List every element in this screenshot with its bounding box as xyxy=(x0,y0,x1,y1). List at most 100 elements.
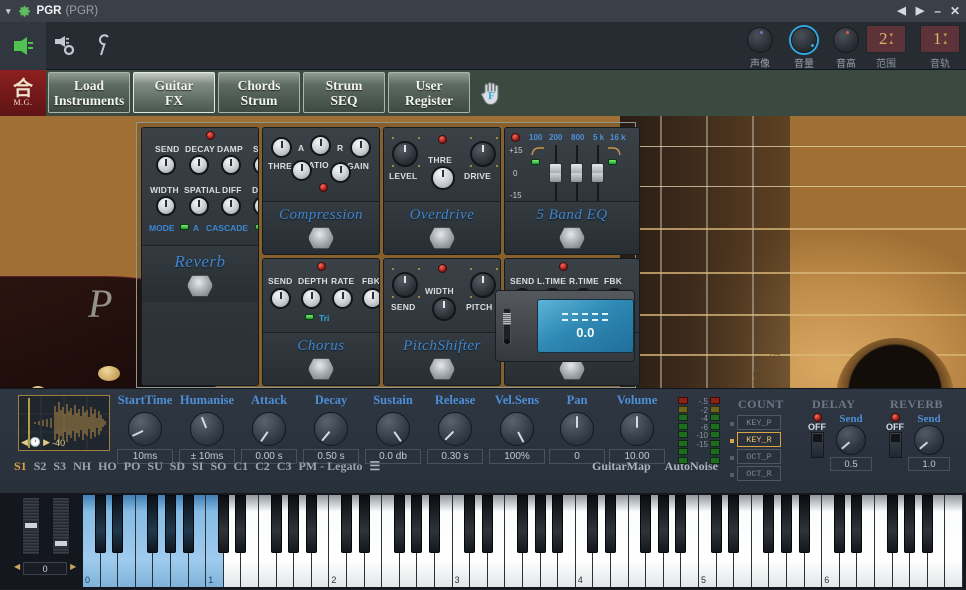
piano-black-key[interactable] xyxy=(235,495,246,553)
tab-chords-strum[interactable]: Chords Strum xyxy=(218,72,300,113)
piano-black-key[interactable] xyxy=(271,495,282,553)
piano-black-key[interactable] xyxy=(904,495,915,553)
piano-black-key[interactable] xyxy=(922,495,933,553)
hand-tool-button[interactable]: F xyxy=(471,70,511,116)
tab-strum-seq[interactable]: Strum SEQ xyxy=(303,72,385,113)
pedal-overdrive[interactable]: LEVEL THRE DRIVE Overdrive xyxy=(383,127,501,255)
compression-release-knob[interactable] xyxy=(330,162,351,183)
reverb-damp-knob[interactable] xyxy=(221,155,241,175)
piano-black-key[interactable] xyxy=(411,495,422,553)
piano-black-key[interactable] xyxy=(183,495,194,553)
eq-band-800-handle[interactable] xyxy=(570,163,583,183)
velsens-knob[interactable] xyxy=(500,412,534,446)
chorus-send-knob[interactable] xyxy=(270,288,291,309)
range-value-field[interactable]: 2 ▾▴ xyxy=(866,25,906,53)
release-knob[interactable] xyxy=(438,412,472,446)
piano-black-key[interactable] xyxy=(429,495,440,553)
piano-black-key[interactable] xyxy=(482,495,493,553)
piano-black-key[interactable] xyxy=(799,495,810,553)
reverb-dens-knob[interactable] xyxy=(253,196,259,216)
articulation-ho[interactable]: HO xyxy=(98,459,117,474)
piano-black-key[interactable] xyxy=(658,495,669,553)
reverb-spatial-knob[interactable] xyxy=(189,196,209,216)
articulation-po[interactable]: PO xyxy=(124,459,141,474)
humanise-knob[interactable] xyxy=(190,412,224,446)
piano-black-key[interactable] xyxy=(112,495,123,553)
chorus-depth-knob[interactable] xyxy=(301,288,322,309)
reverb-width-knob[interactable] xyxy=(156,196,176,216)
pitch-bend-wheel[interactable] xyxy=(22,497,40,555)
eq-low-toggle[interactable] xyxy=(531,159,540,165)
reverb-switch-group[interactable]: OFF xyxy=(886,413,904,458)
chorus-stomp-switch[interactable] xyxy=(308,358,334,380)
piano-black-key[interactable] xyxy=(728,495,739,553)
piano-black-key[interactable] xyxy=(763,495,774,553)
count-item-oct-p[interactable]: OCT_P xyxy=(730,449,781,466)
reverb-stomp-switch[interactable] xyxy=(187,275,213,297)
delay-switch-group[interactable]: OFF xyxy=(808,413,826,458)
overdrive-level-knob[interactable] xyxy=(392,141,418,167)
tab-guitar-fx[interactable]: Guitar FX xyxy=(133,72,215,113)
release-value[interactable]: 0.30 s xyxy=(427,449,483,464)
reverb-send-knob-ctrl[interactable] xyxy=(914,425,944,455)
wrench-button[interactable] xyxy=(86,22,126,70)
count-item-key-r[interactable]: KEY_R xyxy=(730,432,781,449)
articulation-s1[interactable]: S1 xyxy=(14,459,27,474)
articulation-s3[interactable]: S3 xyxy=(53,459,66,474)
articulation-c2[interactable]: C2 xyxy=(255,459,270,474)
articulation-si[interactable]: SI xyxy=(192,459,203,474)
reverb-lcd-screen[interactable]: 0.0 xyxy=(537,299,634,353)
piano-black-key[interactable] xyxy=(834,495,845,553)
pedal-reverb[interactable]: SEND DECAY DAMP SIZE WIDTH SPATIAL DIFF … xyxy=(141,127,259,386)
prev-preset-button[interactable]: ◀ xyxy=(897,6,906,17)
piano-black-key[interactable] xyxy=(218,495,229,553)
pan-knob[interactable] xyxy=(747,27,773,53)
eq-band-5k-handle[interactable] xyxy=(591,163,604,183)
eq-stomp-switch[interactable] xyxy=(559,227,585,249)
eq-band-200-handle[interactable] xyxy=(549,163,562,183)
articulation-nh[interactable]: NH xyxy=(73,459,91,474)
compression-thre-knob[interactable] xyxy=(271,137,292,158)
overdrive-thre-knob[interactable] xyxy=(431,166,455,190)
piano-black-key[interactable] xyxy=(640,495,651,553)
piano-black-key[interactable] xyxy=(552,495,563,553)
reverb-toggle-switch[interactable] xyxy=(889,432,902,458)
reverb-display-slider[interactable] xyxy=(503,308,511,344)
piano-black-key[interactable] xyxy=(781,495,792,553)
plug-button[interactable] xyxy=(0,22,46,70)
next-preset-button[interactable]: ▶ xyxy=(916,6,925,17)
piano-black-key[interactable] xyxy=(711,495,722,553)
pan-param-knob[interactable] xyxy=(560,412,594,446)
pitchshifter-stomp-switch[interactable] xyxy=(429,358,455,380)
reverb-size-knob[interactable] xyxy=(253,155,259,175)
articulation-so[interactable]: SO xyxy=(210,459,226,474)
volume-knob-group[interactable]: 音量 xyxy=(782,25,826,70)
piano-black-key[interactable] xyxy=(887,495,898,553)
mod-wheel[interactable] xyxy=(52,497,70,555)
piano-black-key[interactable] xyxy=(675,495,686,553)
piano-keyboard[interactable]: 0123456 xyxy=(83,495,963,587)
minimize-button[interactable]: – xyxy=(934,5,941,17)
overdrive-drive-knob[interactable] xyxy=(470,141,496,167)
compression-gain-knob[interactable] xyxy=(350,137,371,158)
decay-knob[interactable] xyxy=(314,412,348,446)
piano-black-key[interactable] xyxy=(95,495,106,553)
sample-waveform-display[interactable]: ◀ 🕐 ▶ -40 xyxy=(18,395,110,451)
wheel-prev-button[interactable]: ◀ xyxy=(14,562,20,571)
compression-attack-knob[interactable] xyxy=(291,160,312,181)
articulation-pm-legato[interactable]: PM - Legato xyxy=(298,459,362,474)
piano-black-key[interactable] xyxy=(341,495,352,553)
chorus-rate-knob[interactable] xyxy=(332,288,353,309)
reverb-cascade-toggle[interactable] xyxy=(255,224,259,230)
volume-param-knob[interactable] xyxy=(620,412,654,446)
pitchshifter-send-knob[interactable] xyxy=(392,272,418,298)
range-stepper-icon[interactable]: ▾▴ xyxy=(889,32,893,46)
compression-stomp-switch[interactable] xyxy=(308,227,334,249)
compression-ratio-knob[interactable] xyxy=(310,135,331,156)
count-item-key-p[interactable]: KEY_P xyxy=(730,415,781,432)
pedal-chorus[interactable]: SEND DEPTH RATE FBK Tri Chorus xyxy=(262,258,380,386)
overdrive-stomp-switch[interactable] xyxy=(429,227,455,249)
track-value-field[interactable]: 1 ▾▴ xyxy=(920,25,960,53)
gear-icon[interactable] xyxy=(18,5,31,18)
piano-black-key[interactable] xyxy=(464,495,475,553)
